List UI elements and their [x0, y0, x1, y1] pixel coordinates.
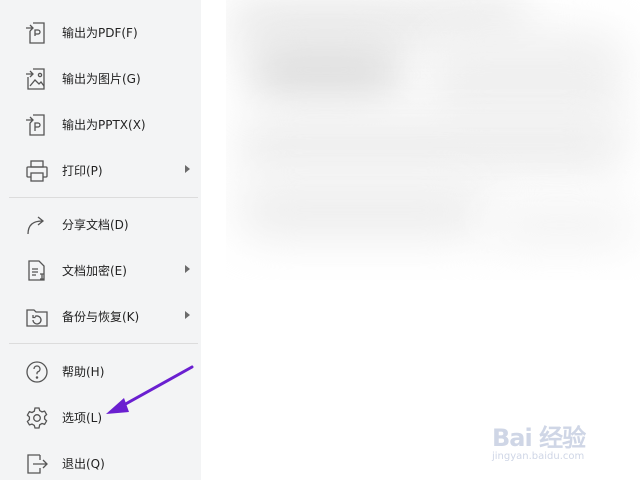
- menu-item-label: 分享文档(D): [62, 218, 129, 232]
- menu-item-export-image[interactable]: 输出为图片(G): [8, 58, 198, 98]
- export-image-icon: [24, 66, 50, 92]
- menu-item-print[interactable]: 打印(P): [8, 150, 198, 190]
- menu-item-export-pdf[interactable]: 输出为PDF(F): [8, 12, 198, 52]
- menu-item-label: 帮助(H): [62, 365, 105, 379]
- menu-item-backup-restore[interactable]: 备份与恢复(K): [8, 296, 198, 336]
- menu-item-options[interactable]: 选项(L): [8, 397, 198, 437]
- baidu-jingyan-watermark: Bai 经验 jingyan.baidu.com: [486, 410, 626, 470]
- share-icon: [24, 212, 50, 238]
- watermark-url: jingyan.baidu.com: [492, 451, 585, 462]
- menu-item-help[interactable]: 帮助(H): [8, 351, 198, 391]
- menu-item-label: 打印(P): [62, 164, 103, 178]
- submenu-arrow-icon: [185, 311, 190, 319]
- blurred-document-preview: [226, 0, 640, 280]
- menu-item-label: 备份与恢复(K): [62, 310, 140, 324]
- menu-item-label: 退出(Q): [62, 457, 105, 471]
- export-pptx-icon: [24, 112, 50, 138]
- gear-icon: [24, 405, 50, 431]
- submenu-arrow-icon: [185, 165, 190, 173]
- menu-item-label: 文档加密(E): [62, 264, 127, 278]
- menu-item-encrypt[interactable]: 文档加密(E): [8, 250, 198, 290]
- menu-item-label: 输出为PPTX(X): [62, 118, 146, 132]
- menu-item-export-pptx[interactable]: 输出为PPTX(X): [8, 104, 198, 144]
- printer-icon: [24, 158, 50, 184]
- help-icon: [24, 359, 50, 385]
- menu-item-label: 输出为图片(G): [62, 72, 141, 86]
- menu-divider: [9, 197, 198, 198]
- submenu-arrow-icon: [185, 265, 190, 273]
- menu-item-label: 输出为PDF(F): [62, 26, 138, 40]
- menu-item-share[interactable]: 分享文档(D): [8, 204, 198, 244]
- exit-icon: [24, 451, 50, 477]
- document-encrypt-icon: [24, 258, 50, 284]
- file-menu-panel: 输出为PDF(F) 输出为图片(G) 输出为PPTX(X) 打印(P) 分享文档…: [0, 0, 201, 480]
- export-pdf-icon: [24, 20, 50, 46]
- menu-item-exit[interactable]: 退出(Q): [8, 443, 198, 480]
- backup-restore-icon: [24, 304, 50, 330]
- menu-divider: [9, 343, 198, 344]
- menu-item-label: 选项(L): [62, 411, 103, 425]
- watermark-brand: Bai 经验: [492, 424, 586, 452]
